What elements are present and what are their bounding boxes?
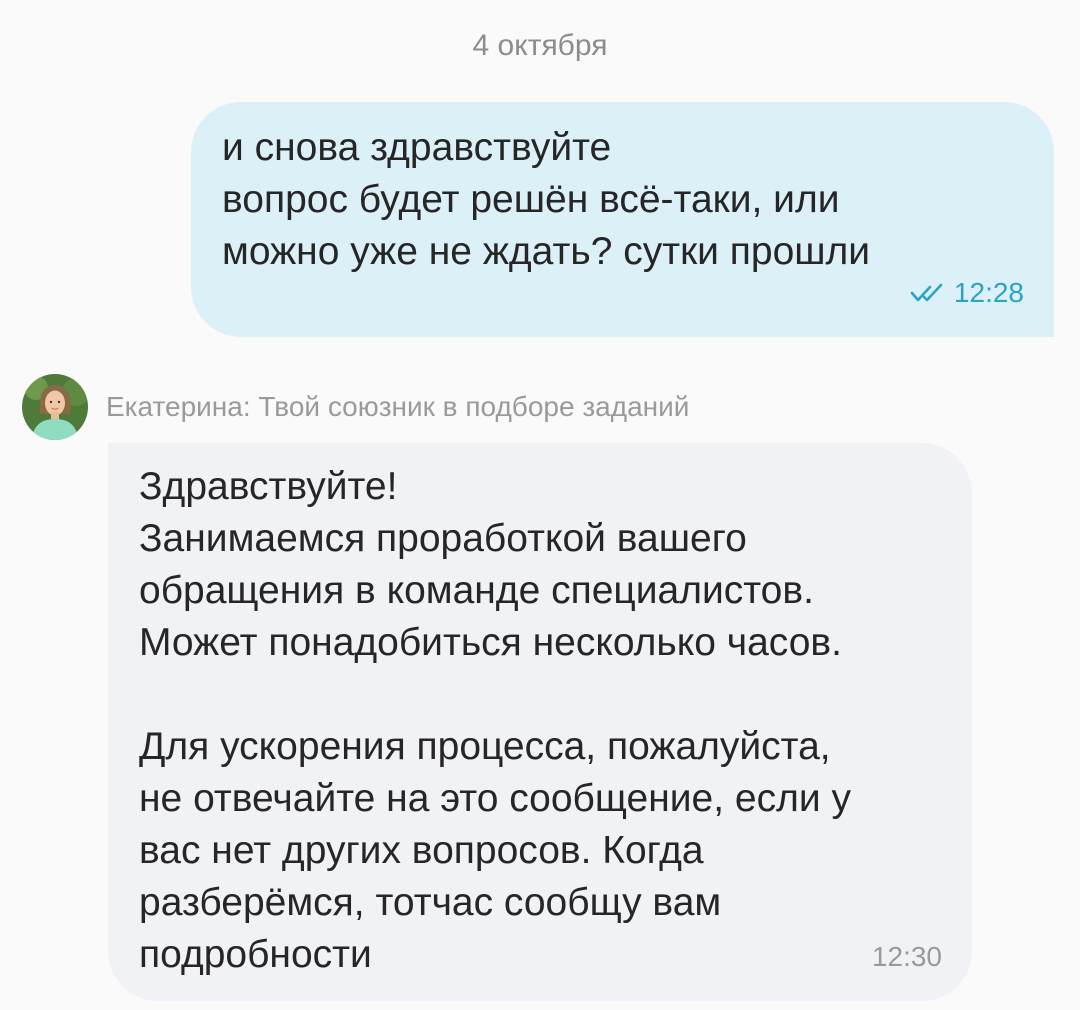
- outgoing-message-bubble[interactable]: и снова здравствуйте вопрос будет решён …: [191, 102, 1054, 337]
- double-check-icon: [910, 283, 943, 302]
- outgoing-message-text: и снова здравствуйте вопрос будет решён …: [222, 126, 871, 273]
- outgoing-message-meta: 12:28: [910, 275, 1024, 311]
- avatar-icon[interactable]: [22, 374, 88, 440]
- sender-row: Екатерина: Твой союзник в подборе задани…: [22, 374, 689, 440]
- outgoing-message-time: 12:28: [953, 277, 1024, 308]
- sender-name: Екатерина: Твой союзник в подборе задани…: [106, 391, 690, 422]
- incoming-message-text: Здравствуйте! Занимаемся проработкой ваш…: [139, 465, 851, 976]
- date-separator: 4 октября: [472, 29, 608, 62]
- incoming-message-time: 12:30: [871, 941, 942, 972]
- incoming-message-bubble[interactable]: Здравствуйте! Занимаемся проработкой ваш…: [108, 443, 972, 1001]
